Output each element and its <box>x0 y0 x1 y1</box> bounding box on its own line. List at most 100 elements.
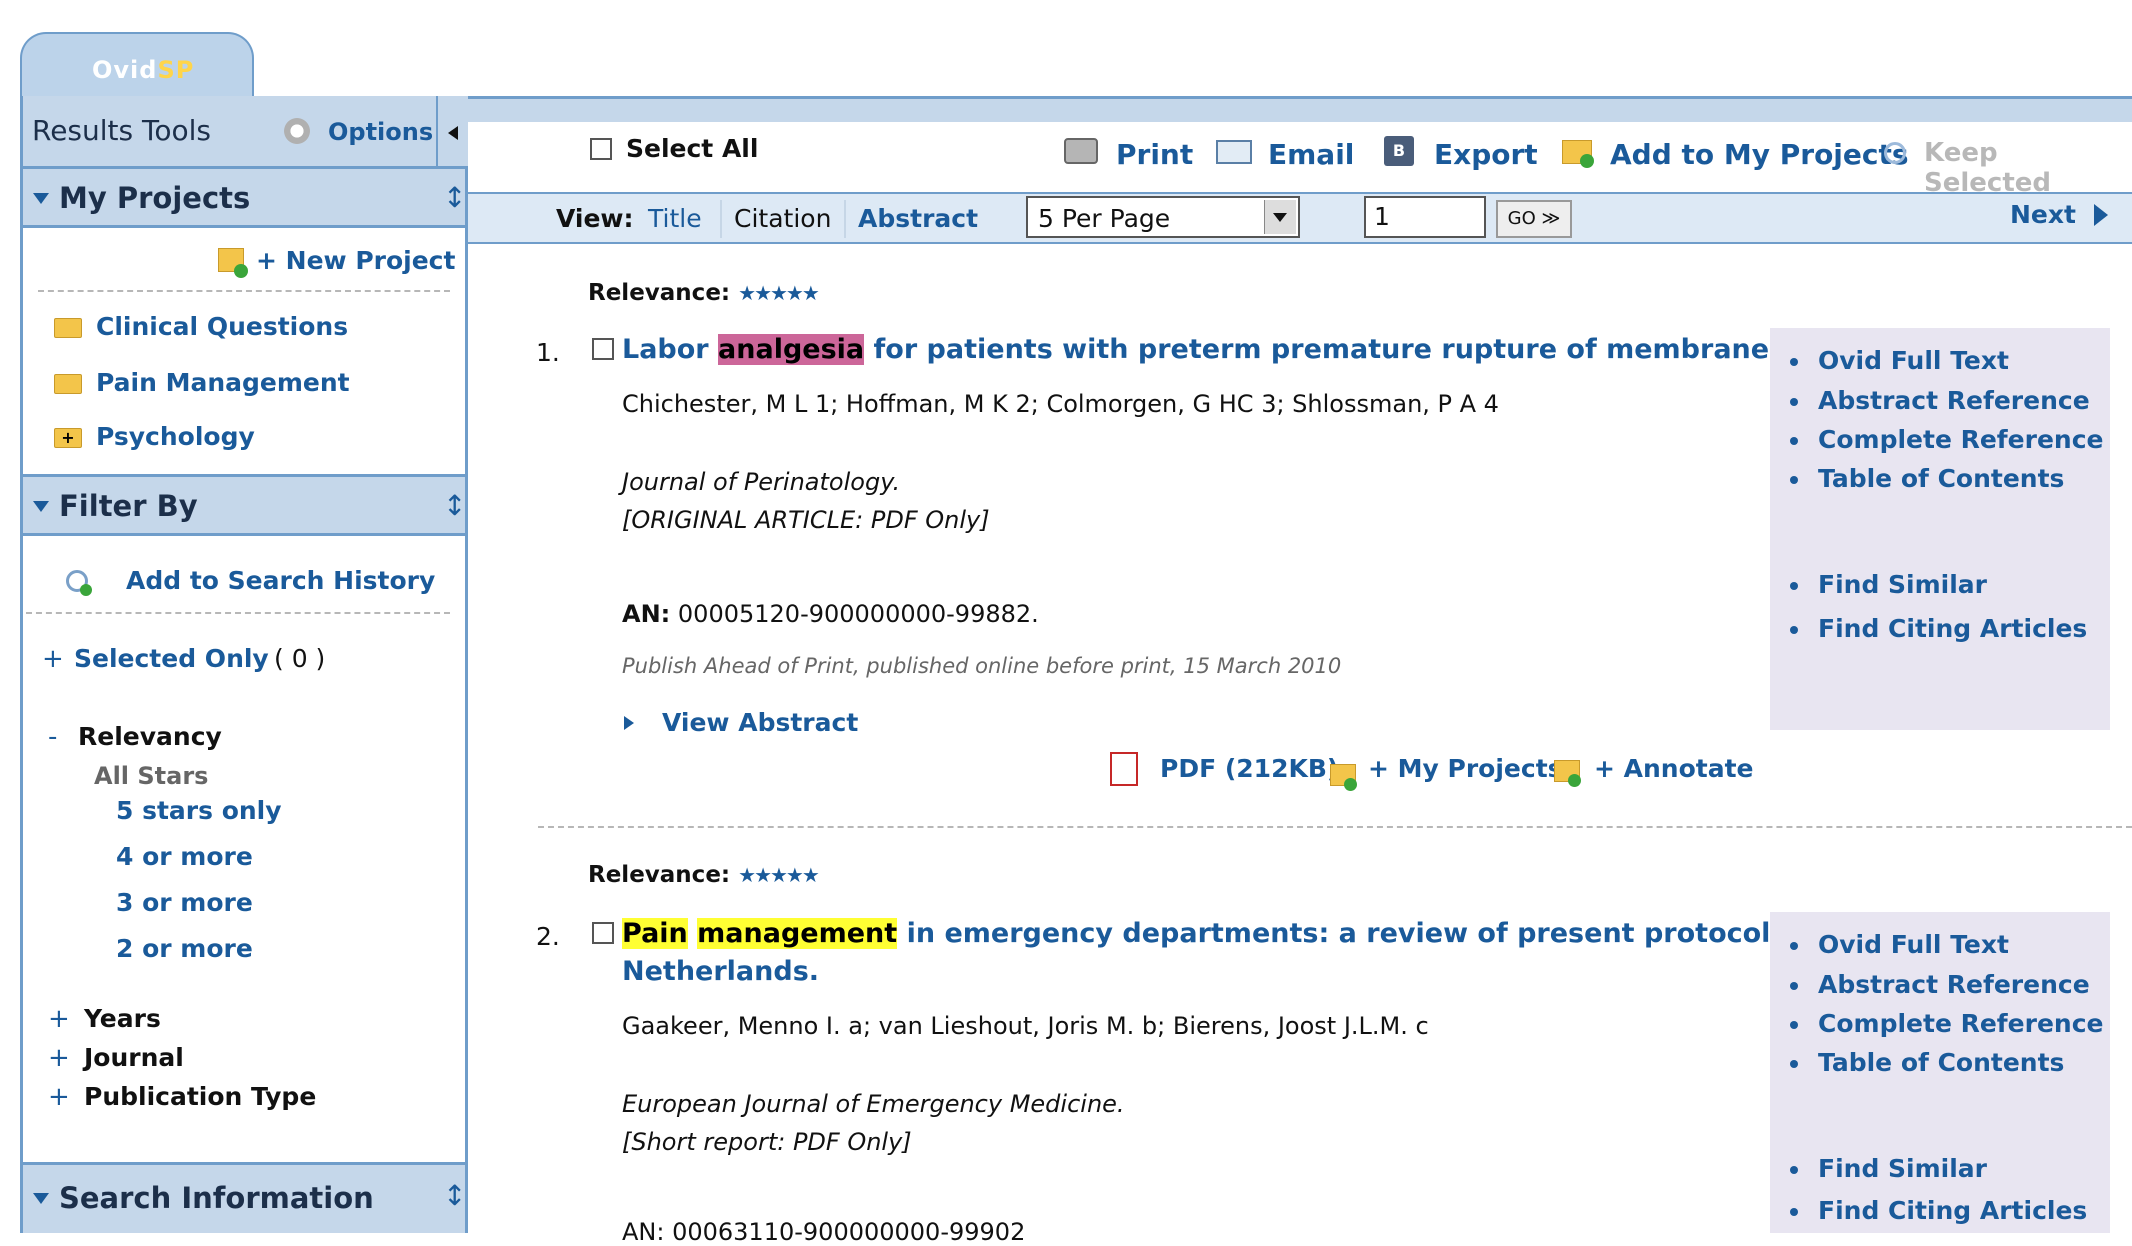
go-label: GO <box>1507 208 1536 229</box>
per-page-value: 5 Per Page <box>1038 204 1171 233</box>
go-button[interactable]: GO ≫ <box>1496 200 1572 238</box>
result-accession-number: AN: 00063110-900000000-99902 <box>622 1218 1026 1246</box>
stars-3-or-more[interactable]: 3 or more <box>116 888 253 917</box>
stars-5-only[interactable]: 5 stars only <box>116 796 282 825</box>
bullet-icon <box>1790 1166 1798 1174</box>
add-to-my-projects-link[interactable]: + My Projects <box>1368 754 1563 783</box>
view-citation-option[interactable]: Citation <box>734 204 831 233</box>
folder-expand-icon[interactable]: + <box>54 428 82 448</box>
resize-arrows-icon[interactable]: ↕ <box>443 489 466 522</box>
pdf-link[interactable]: PDF (212KB) <box>1160 754 1338 783</box>
table-of-contents-link[interactable]: Table of Contents <box>1790 1048 2064 1077</box>
next-arrow-icon[interactable] <box>2094 204 2108 226</box>
filter-years[interactable]: Years <box>84 1004 161 1033</box>
filter-journal[interactable]: Journal <box>84 1043 184 1072</box>
all-stars-option: All Stars <box>94 762 209 790</box>
result-accession-number: AN: 00005120-900000000-99882. <box>622 600 1039 628</box>
expand-plus-icon[interactable]: + <box>48 1082 70 1112</box>
result-authors: Chichester, M L 1; Hoffman, M K 2; Colmo… <box>622 390 1499 418</box>
view-separator <box>720 200 722 238</box>
bullet-icon <box>1790 476 1798 484</box>
result-number: 1. <box>536 338 560 367</box>
email-icon <box>1216 140 1252 164</box>
keep-selected-button[interactable]: Keep Selected <box>1924 138 2132 198</box>
project-psychology[interactable]: Psychology <box>96 422 255 451</box>
filter-by-title: Filter By <box>59 489 198 523</box>
relevance-stars: ★★★★★ <box>738 863 820 887</box>
result-article-type: [ORIGINAL ARTICLE: PDF Only] <box>622 506 990 534</box>
search-information-header[interactable]: Search Information ↕ <box>20 1162 468 1233</box>
bullet-icon <box>1790 582 1798 590</box>
folder-icon <box>54 318 82 338</box>
bullet-icon <box>1790 358 1798 366</box>
options-gear-icon[interactable] <box>282 116 312 146</box>
add-to-search-history-link[interactable]: Add to Search History <box>126 566 435 595</box>
selected-only-link[interactable]: Selected Only <box>74 644 269 673</box>
ovid-full-text-link[interactable]: Ovid Full Text <box>1790 930 2009 959</box>
options-button[interactable]: Options <box>328 118 433 146</box>
add-plus-badge <box>1344 778 1357 791</box>
divider <box>26 612 450 614</box>
stars-2-or-more[interactable]: 2 or more <box>116 934 253 963</box>
results-tools-title: Results Tools <box>32 114 211 147</box>
relevance-label: Relevance: ★★★★★ <box>588 862 820 888</box>
find-citing-articles-link[interactable]: Find Citing Articles <box>1790 614 2087 643</box>
select-all-checkbox[interactable] <box>590 138 612 160</box>
table-of-contents-link[interactable]: Table of Contents <box>1790 464 2064 493</box>
complete-reference-link[interactable]: Complete Reference <box>1790 425 2104 454</box>
collapse-minus-icon[interactable]: - <box>48 722 57 752</box>
resize-arrows-icon[interactable]: ↕ <box>443 1179 466 1212</box>
export-icon: B <box>1384 136 1414 166</box>
resize-arrows-icon[interactable]: ↕ <box>443 181 466 214</box>
result-article-type: [Short report: PDF Only] <box>622 1128 912 1156</box>
page-number-input[interactable]: 1 <box>1364 196 1486 238</box>
find-similar-link[interactable]: Find Similar <box>1790 1154 1987 1183</box>
result-checkbox[interactable] <box>592 338 614 360</box>
abstract-reference-link[interactable]: Abstract Reference <box>1790 970 2090 999</box>
chevron-down-icon <box>1273 213 1287 222</box>
next-page-link[interactable]: Next <box>2010 200 2076 229</box>
per-page-select[interactable]: 5 Per Page <box>1026 196 1300 238</box>
project-pain-management[interactable]: Pain Management <box>96 368 350 397</box>
expand-plus-icon[interactable]: + <box>42 644 64 674</box>
view-abstract-link[interactable]: View Abstract <box>662 708 858 737</box>
expand-plus-icon[interactable]: + <box>48 1004 70 1034</box>
printer-icon <box>1064 138 1098 164</box>
view-title-option[interactable]: Title <box>648 204 702 233</box>
bullet-icon <box>1790 398 1798 406</box>
complete-reference-link[interactable]: Complete Reference <box>1790 1009 2104 1038</box>
search-term-highlight: management <box>697 918 898 949</box>
project-clinical-questions[interactable]: Clinical Questions <box>96 312 348 341</box>
relevancy-label: Relevancy <box>78 722 222 751</box>
abstract-reference-link[interactable]: Abstract Reference <box>1790 386 2090 415</box>
find-citing-articles-link[interactable]: Find Citing Articles <box>1790 1196 2087 1225</box>
divider <box>38 290 450 292</box>
filter-publication-type[interactable]: Publication Type <box>84 1082 316 1111</box>
export-button[interactable]: Export <box>1434 138 1538 171</box>
result-title-link[interactable]: Labor analgesia for patients with preter… <box>622 334 1795 365</box>
result-authors: Gaakeer, Menno I. a; van Lieshout, Joris… <box>622 1012 1429 1040</box>
view-bar <box>468 192 2132 244</box>
annotate-link[interactable]: + Annotate <box>1594 754 1754 783</box>
main-top-bar <box>468 96 2132 122</box>
filter-by-header[interactable]: Filter By ↕ <box>20 474 468 536</box>
select-all-label[interactable]: Select All <box>626 134 758 163</box>
add-to-my-projects-button[interactable]: Add to My Projects <box>1610 138 1909 171</box>
add-plus-badge <box>1580 154 1594 168</box>
find-similar-link[interactable]: Find Similar <box>1790 570 1987 599</box>
result-number: 2. <box>536 922 560 951</box>
stars-4-or-more[interactable]: 4 or more <box>116 842 253 871</box>
expand-arrow-icon[interactable] <box>624 716 634 730</box>
bullet-icon <box>1790 1021 1798 1029</box>
print-button[interactable]: Print <box>1116 138 1193 171</box>
result-title-link[interactable]: Pain management in emergency departments… <box>622 918 1890 949</box>
expand-plus-icon[interactable]: + <box>48 1043 70 1073</box>
result-title-link-line2[interactable]: Netherlands. <box>622 956 819 987</box>
result-checkbox[interactable] <box>592 922 614 944</box>
bullet-icon <box>1790 1060 1798 1068</box>
view-abstract-option[interactable]: Abstract <box>858 204 978 233</box>
new-project-link[interactable]: + New Project <box>256 246 455 275</box>
email-button[interactable]: Email <box>1268 138 1354 171</box>
ovid-full-text-link[interactable]: Ovid Full Text <box>1790 346 2009 375</box>
my-projects-header[interactable]: My Projects ↕ <box>20 166 468 228</box>
